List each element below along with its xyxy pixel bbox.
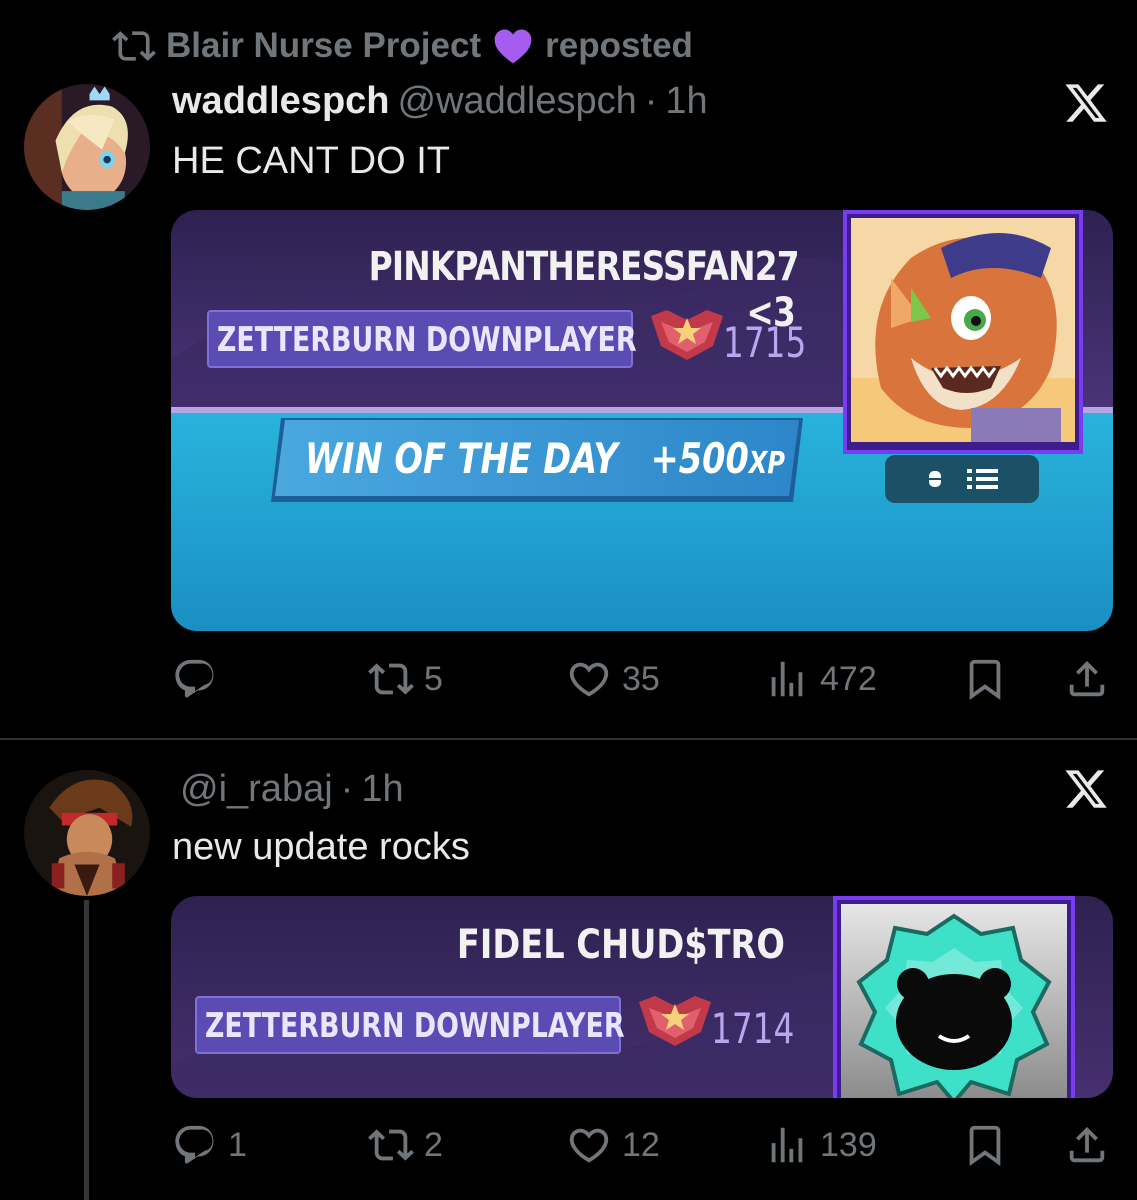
- timestamp[interactable]: 1h: [361, 768, 403, 811]
- share-icon: [1069, 660, 1105, 697]
- heart-icon: [569, 662, 609, 697]
- tweet-header: waddlespch @waddlespch · 1h: [172, 80, 708, 123]
- title-badge-text: ZETTERBURN DOWNPLAYER: [204, 1006, 625, 1046]
- views-button[interactable]: 139: [764, 1120, 877, 1170]
- like-count: 35: [622, 659, 660, 698]
- avatar-i-rabaj[interactable]: [24, 770, 150, 896]
- avatar-waddlespch[interactable]: [24, 84, 150, 210]
- game-card-image[interactable]: PINKPANTHERESSFAN27 <3 ZETTERBURN DOWNPL…: [171, 210, 1113, 631]
- reply-count: 1: [228, 1125, 247, 1164]
- repost-icon: [112, 31, 156, 61]
- x-logo-icon: [1063, 80, 1109, 126]
- like-count: 12: [622, 1125, 660, 1164]
- tweet-actions: 5 35 472: [172, 654, 1112, 704]
- rating: 1715: [723, 318, 807, 367]
- banner-text: WIN OF THE DAY: [305, 434, 618, 483]
- tweet-text: new update rocks: [172, 826, 470, 868]
- tweet-header: @i_rabaj · 1h: [172, 768, 404, 811]
- repost-user[interactable]: Blair Nurse Project: [166, 26, 481, 66]
- bookmark-icon: [969, 659, 1001, 700]
- views-icon: [771, 661, 803, 697]
- repost-count: 5: [424, 659, 443, 698]
- xp-amount: +500: [650, 434, 749, 483]
- share-button[interactable]: [1064, 654, 1110, 704]
- title-badge: ZETTERBURN DOWNPLAYER: [207, 310, 637, 368]
- repost-button[interactable]: 2: [368, 1120, 443, 1170]
- view-count: 139: [820, 1125, 877, 1164]
- heart-icon: [569, 1128, 609, 1163]
- repost-button[interactable]: 5: [368, 654, 443, 704]
- xp-unit: XP: [748, 446, 785, 481]
- share-button[interactable]: [1064, 1120, 1110, 1170]
- list-icon[interactable]: [967, 467, 999, 491]
- repost-icon: [368, 663, 414, 695]
- like-button[interactable]: 12: [566, 1120, 660, 1170]
- tweet-actions: 1 2 12 139: [172, 1120, 1112, 1170]
- rank-emblem-icon: [651, 310, 723, 360]
- separator-dot: ·: [644, 80, 658, 122]
- bookmark-button[interactable]: [962, 1120, 1008, 1170]
- handle[interactable]: @waddlespch: [398, 80, 637, 123]
- repost-count: 2: [424, 1125, 443, 1164]
- player-name: FIDEL CHUD$TRO: [456, 922, 785, 968]
- game-card-image[interactable]: FIDEL CHUD$TRO ZETTERBURN DOWNPLAYER 171…: [171, 896, 1113, 1098]
- purple-heart-emoji: [494, 29, 532, 64]
- portrait-controls[interactable]: [885, 455, 1039, 503]
- reply-button[interactable]: 1: [172, 1120, 247, 1170]
- character-portrait: [851, 218, 1075, 442]
- reply-button[interactable]: [172, 654, 228, 704]
- bookmark-button[interactable]: [962, 654, 1008, 704]
- title-badge: ZETTERBURN DOWNPLAYER: [195, 996, 625, 1054]
- bookmark-icon: [969, 1125, 1001, 1166]
- x-logo-icon: [1063, 766, 1109, 812]
- emote-icon[interactable]: [925, 469, 945, 489]
- repost-suffix: reposted: [545, 26, 693, 65]
- views-button[interactable]: 472: [764, 654, 877, 704]
- tweet-divider: [0, 738, 1137, 740]
- rating: 1714: [711, 1004, 795, 1053]
- repost-icon: [368, 1129, 414, 1161]
- views-icon: [771, 1127, 803, 1163]
- view-count: 472: [820, 659, 877, 698]
- thread-line: [84, 900, 89, 1200]
- title-badge-text: ZETTERBURN DOWNPLAYER: [216, 320, 637, 360]
- reply-icon: [175, 1125, 214, 1164]
- portrait-frame: [843, 210, 1083, 454]
- display-name[interactable]: waddlespch: [172, 80, 390, 123]
- character-portrait: [841, 904, 1067, 1098]
- separator-dot: ·: [340, 768, 354, 810]
- like-button[interactable]: 35: [566, 654, 660, 704]
- share-icon: [1069, 1126, 1105, 1163]
- reply-icon: [175, 659, 214, 698]
- banner-label: WIN OF THE DAY +500XP: [305, 434, 785, 483]
- tweet-text: HE CANT DO IT: [172, 140, 450, 182]
- portrait-frame: [833, 896, 1075, 1098]
- repost-banner[interactable]: Blair Nurse Project reposted: [112, 24, 693, 68]
- timestamp[interactable]: 1h: [665, 80, 707, 123]
- handle[interactable]: @i_rabaj: [180, 768, 333, 811]
- rank-emblem-icon: [639, 996, 711, 1046]
